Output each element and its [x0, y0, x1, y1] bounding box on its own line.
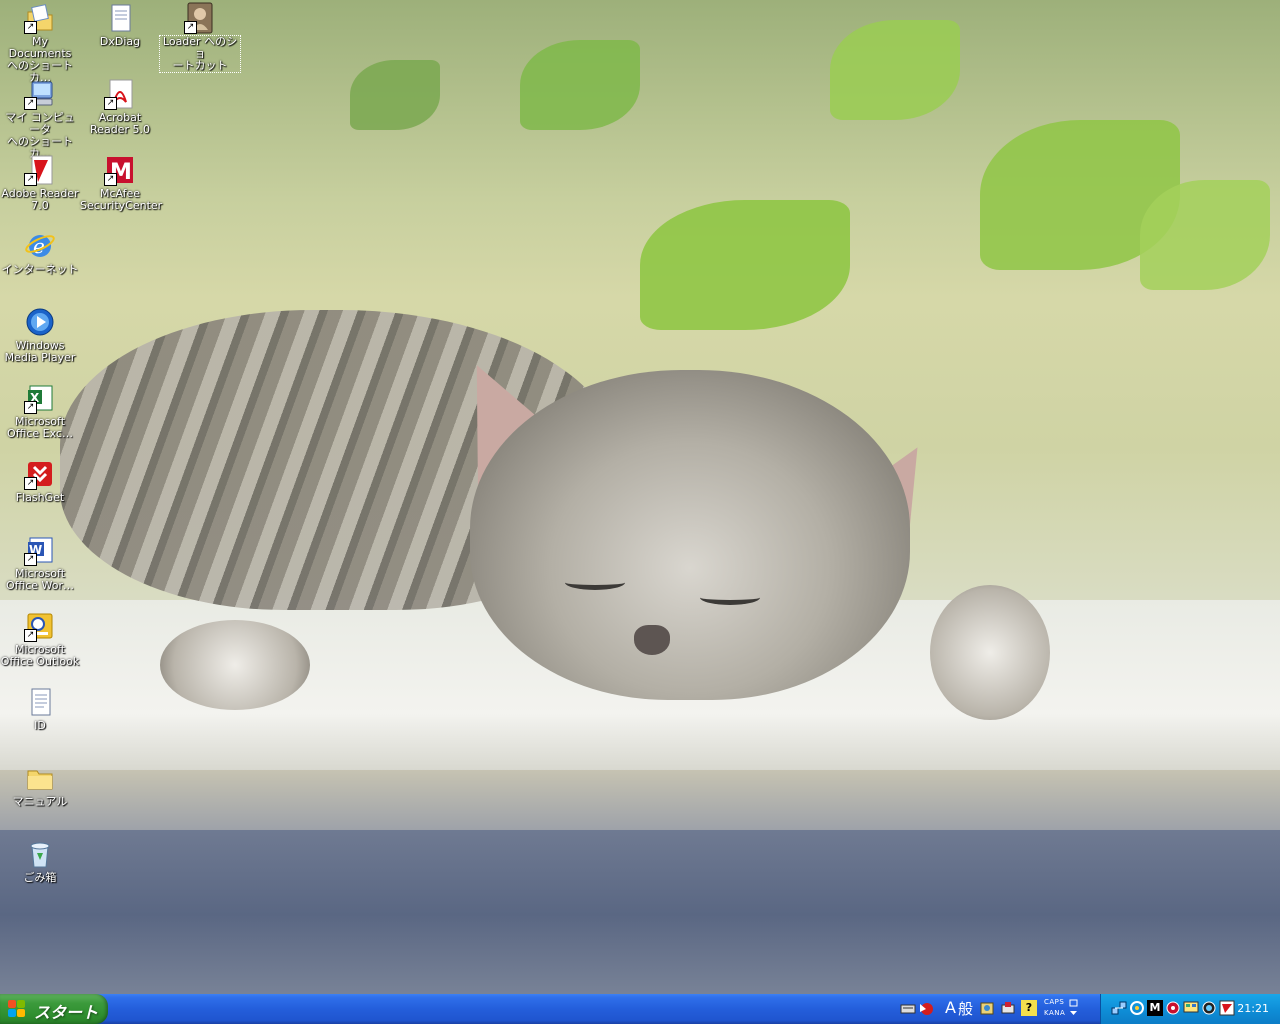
mcafee-icon: M ↗	[104, 154, 136, 186]
kitten-nose	[634, 625, 670, 655]
display-settings-icon[interactable]	[1183, 1000, 1199, 1016]
kana-label: KANA	[1044, 1009, 1066, 1017]
notification-area: M 21:21	[1100, 994, 1280, 1024]
kitten-eye	[700, 590, 760, 605]
my-documents-shortcut-icon[interactable]: ↗ My Documents へのショートカ…	[0, 2, 80, 84]
network-icon[interactable]	[1111, 1000, 1127, 1016]
icon-label: My Documents へのショートカ…	[7, 35, 73, 84]
adobe-reader-7-icon[interactable]: ↗ Adobe Reader 7.0	[0, 154, 80, 212]
system-clock[interactable]: 21:21	[1237, 1002, 1269, 1015]
icon-label: マイ コンピュータ へのショートカ…	[5, 111, 75, 160]
start-button[interactable]: スタート	[0, 994, 108, 1024]
media-player-icon	[24, 306, 56, 338]
folder-icon	[24, 762, 56, 794]
windows-logo-icon	[8, 1000, 26, 1018]
acrobat-reader-5-icon[interactable]: ↗ Acrobat Reader 5.0	[80, 78, 160, 136]
blue-cloth	[0, 830, 1280, 994]
adobe-reader-icon: ↗	[24, 154, 56, 186]
windows-media-player-icon[interactable]: Windows Media Player	[0, 306, 80, 364]
connection-icon[interactable]	[1129, 1000, 1145, 1016]
ime-pad-icon[interactable]	[979, 1000, 995, 1016]
desktop-wallpaper	[0, 0, 1280, 994]
leaf-decoration	[1140, 180, 1270, 290]
kitten-head	[470, 370, 910, 700]
taskbar: スタート A 般 ? CAPS KANA M 21:21	[0, 994, 1280, 1024]
icon-label: Acrobat Reader 5.0	[90, 111, 150, 136]
flashget-icon[interactable]: ↗ FlashGet	[0, 458, 80, 504]
icon-label: ID	[34, 719, 46, 732]
kitten-paw	[160, 620, 310, 710]
loader-portrait-icon: ↗	[184, 2, 216, 34]
ime-mode[interactable]: A	[945, 998, 956, 1017]
id-text-file-icon[interactable]: ID	[0, 686, 80, 732]
mcafee-tray-icon[interactable]: M	[1147, 1000, 1163, 1016]
text-document-icon	[24, 686, 56, 718]
ime-input-mode[interactable]: 般	[958, 998, 973, 1019]
langbar-options-icon[interactable]	[1066, 998, 1082, 1015]
manual-folder-icon[interactable]: マニュアル	[0, 762, 80, 808]
outlook-icon: ↗	[24, 610, 56, 642]
microsoft-excel-icon[interactable]: X ↗ Microsoft Office Exc…	[0, 382, 80, 440]
volume-control-icon[interactable]	[1201, 1000, 1217, 1016]
dxdiag-icon[interactable]: DxDiag	[80, 2, 160, 48]
ie-icon: e	[24, 230, 56, 262]
icon-label: ごみ箱	[23, 871, 57, 884]
loader-shortcut-icon[interactable]: ↗ Loader へのショ ートカット	[159, 2, 241, 73]
icon-label: Loader へのショ ートカット	[159, 35, 241, 73]
security-shield-icon[interactable]	[1165, 1000, 1181, 1016]
computer-icon: ↗	[24, 78, 56, 110]
caps-kana-indicator: CAPS KANA	[1044, 997, 1065, 1019]
flashget-logo-icon: ↗	[24, 458, 56, 490]
keyboard-icon[interactable]	[900, 1000, 916, 1016]
adobe-tray-icon[interactable]	[1219, 1000, 1235, 1016]
icon-label: マニュアル	[12, 795, 68, 808]
start-label: スタート	[34, 1003, 99, 1022]
ime-indicator-icon[interactable]	[918, 1000, 934, 1016]
leaf-decoration	[520, 40, 640, 130]
document-icon	[104, 2, 136, 34]
word-icon: W ↗	[24, 534, 56, 566]
trash-icon	[24, 838, 56, 870]
icon-label: Microsoft Office Exc…	[7, 415, 73, 440]
icon-label: インターネット	[1, 263, 79, 276]
kitten-eye	[565, 575, 625, 590]
icon-label: McAfee SecurityCenter	[80, 187, 163, 212]
icon-label: Windows Media Player	[4, 339, 76, 364]
kitten-paw	[930, 585, 1050, 720]
help-icon[interactable]: ?	[1021, 1000, 1037, 1016]
internet-explorer-icon[interactable]: e インターネット	[0, 230, 80, 276]
excel-icon: X ↗	[24, 382, 56, 414]
acrobat-icon: ↗	[104, 78, 136, 110]
icon-label: Microsoft Office Wor…	[5, 567, 75, 592]
icon-label: FlashGet	[15, 491, 65, 504]
folder-documents-icon: ↗	[24, 2, 56, 34]
table-edge	[0, 770, 1280, 830]
leaf-decoration	[350, 60, 440, 130]
caps-label: CAPS	[1044, 998, 1065, 1006]
icon-label: Adobe Reader 7.0	[1, 187, 79, 212]
leaf-decoration	[640, 200, 850, 330]
microsoft-outlook-icon[interactable]: ↗ Microsoft Office Outlook	[0, 610, 80, 668]
ime-tool-icon[interactable]	[1000, 1000, 1016, 1016]
icon-label: DxDiag	[99, 35, 141, 48]
my-computer-shortcut-icon[interactable]: ↗ マイ コンピュータ へのショートカ…	[0, 78, 80, 160]
recycle-bin-icon[interactable]: ごみ箱	[0, 838, 80, 884]
mcafee-securitycenter-icon[interactable]: M ↗ McAfee SecurityCenter	[80, 154, 163, 212]
microsoft-word-icon[interactable]: W ↗ Microsoft Office Wor…	[0, 534, 80, 592]
icon-label: Microsoft Office Outlook	[0, 643, 80, 668]
leaf-decoration	[830, 20, 960, 120]
